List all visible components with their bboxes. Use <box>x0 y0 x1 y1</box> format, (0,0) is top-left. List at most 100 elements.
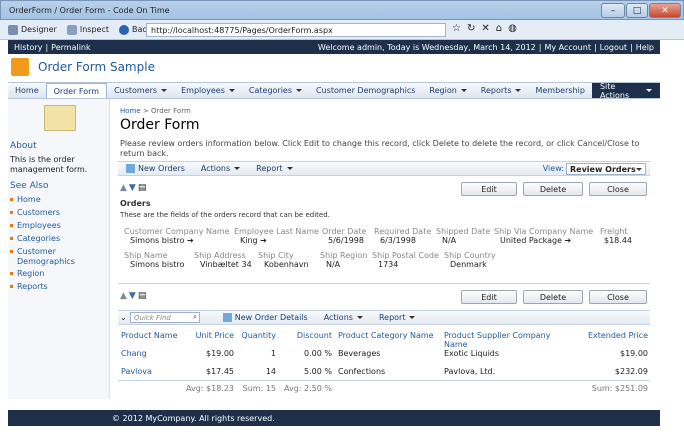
lookup-arrow-icon[interactable]: ➔ <box>260 236 267 245</box>
field-freight: Freight $18.44 <box>600 227 632 245</box>
sidebar-link-region[interactable]: Region <box>10 269 44 279</box>
dropdown-arrow-icon <box>296 89 303 92</box>
orders-section-description: These are the fields of the orders recor… <box>120 211 330 219</box>
home-icon[interactable]: ⌂ <box>496 23 502 34</box>
field-ship-address: Ship Address Vinbæltet 34 <box>194 251 252 269</box>
url-field[interactable]: http://localhost:48775/Pages/OrderForm.a… <box>146 23 446 37</box>
history-link[interactable]: History <box>14 43 42 52</box>
dropdown-arrow-icon <box>515 89 522 92</box>
sidebar-link-home[interactable]: Home <box>10 195 41 205</box>
previous-record-icon[interactable]: ▲ <box>120 183 127 193</box>
sidebar-link-customers[interactable]: Customers <box>10 208 60 218</box>
next-record-icon[interactable]: ▼ <box>129 183 136 193</box>
inspect-button[interactable]: Inspect <box>66 24 109 35</box>
column-header[interactable]: Product Category Name <box>332 331 438 349</box>
sidebar-link-categories[interactable]: Categories <box>10 234 60 244</box>
details-actions-menu[interactable]: Actions <box>324 313 363 322</box>
minimize-button[interactable]: – <box>601 3 625 18</box>
close-button-bottom[interactable]: Close <box>589 290 647 304</box>
bullet-icon <box>10 237 13 240</box>
dropdown-arrow-icon <box>409 316 416 319</box>
dropdown-arrow-icon <box>286 167 293 170</box>
delete-button[interactable]: Delete <box>523 182 583 196</box>
globe-icon[interactable]: ◍ <box>508 23 517 34</box>
table-row[interactable]: Chang $19.00 1 0.00 % Beverages Exotic L… <box>118 349 650 358</box>
maximize-button[interactable]: □ <box>626 3 648 18</box>
product-name-link[interactable]: Pavlova <box>118 367 178 376</box>
refresh-icon[interactable]: ↻ <box>467 23 475 34</box>
bullet-icon <box>10 250 13 253</box>
product-name-link[interactable]: Chang <box>118 349 178 358</box>
favorite-icon[interactable]: ☆ <box>452 23 461 34</box>
page-footer: © 2012 MyCompany. All rights reserved. <box>8 410 660 426</box>
welcome-text: Welcome admin, Today is Wednesday, March… <box>317 42 536 52</box>
new-order-details-button[interactable]: New Order Details <box>222 313 308 322</box>
bullet-icon <box>10 285 13 288</box>
quick-find-input[interactable]: Quick Find ⌕ <box>130 312 200 323</box>
print-icon[interactable]: ▤ <box>138 291 147 301</box>
dropdown-arrow-icon <box>646 89 652 92</box>
page-title: Order Form <box>120 117 200 133</box>
next-record-icon[interactable]: ▼ <box>129 291 136 301</box>
bullet-icon <box>10 272 13 275</box>
menu-region[interactable]: Region <box>422 83 473 98</box>
breadcrumb: Home > Order Form <box>120 107 191 115</box>
table-row[interactable]: Pavlova $17.45 14 5.00 % Confections Pav… <box>118 367 650 376</box>
my-account-link[interactable]: My Account <box>544 43 590 52</box>
print-icon[interactable]: ▤ <box>138 183 147 193</box>
column-header[interactable]: Quantity <box>234 331 276 349</box>
view-label: View: <box>542 164 564 173</box>
edit-button-bottom[interactable]: Edit <box>461 290 517 304</box>
field-ship-city: Ship City Kobenhavn <box>258 251 309 269</box>
see-also-heading: See Also <box>10 181 49 191</box>
view-selector[interactable]: Review Orders <box>566 163 646 175</box>
logout-link[interactable]: Logout <box>600 43 627 52</box>
field-shipped-date: Shipped Date N/A <box>436 227 491 245</box>
close-window-button[interactable]: ✕ <box>649 3 681 18</box>
menu-home[interactable]: Home <box>8 83 46 98</box>
field-ship-region: Ship Region N/A <box>320 251 368 269</box>
bullet-icon <box>10 224 13 227</box>
menu-employees[interactable]: Employees <box>174 83 242 98</box>
column-header[interactable]: Discount <box>276 331 332 349</box>
menu-membership[interactable]: Membership <box>528 83 591 98</box>
column-header[interactable]: Unit Price <box>178 331 234 349</box>
sidebar-link-customer-demographics[interactable]: Customer Demographics <box>10 247 100 267</box>
sidebar-link-reports[interactable]: Reports <box>10 282 48 292</box>
record-nav-bottom: ▲ ▼ ▤ <box>120 291 146 301</box>
orders-actions-menu[interactable]: Actions <box>201 164 241 173</box>
previous-record-icon[interactable]: ▲ <box>120 291 127 301</box>
close-button[interactable]: Close <box>589 182 647 196</box>
breadcrumb-home-link[interactable]: Home <box>120 107 141 115</box>
site-actions-button[interactable]: Site Actions <box>591 82 660 100</box>
window-titlebar: OrderForm / Order Form - Code On Time – … <box>0 0 684 20</box>
delete-button-bottom[interactable]: Delete <box>523 290 583 304</box>
stop-icon[interactable]: ✕ <box>481 23 489 34</box>
menu-customer-demographics[interactable]: Customer Demographics <box>309 83 422 98</box>
sidebar-link-employees[interactable]: Employees <box>10 221 61 231</box>
bullet-icon <box>10 211 13 214</box>
menu-reports[interactable]: Reports <box>474 83 529 98</box>
help-link[interactable]: Help <box>636 43 654 52</box>
menu-customers[interactable]: Customers <box>107 83 174 98</box>
menu-categories[interactable]: Categories <box>242 83 309 98</box>
column-header[interactable]: Product Name <box>118 331 178 349</box>
designer-button[interactable]: Designer <box>8 24 57 35</box>
orders-report-menu[interactable]: Report <box>256 164 293 173</box>
section-divider <box>118 283 650 284</box>
search-icon[interactable]: ⌕ <box>193 313 197 322</box>
edit-button[interactable]: Edit <box>461 182 517 196</box>
quick-find-toggle-icon[interactable]: ⌄ <box>120 313 127 322</box>
details-report-menu[interactable]: Report <box>379 313 416 322</box>
menu-order-form[interactable]: Order Form <box>45 83 108 98</box>
inspect-icon <box>66 24 77 35</box>
new-orders-button[interactable]: New Orders <box>126 164 185 173</box>
lookup-arrow-icon[interactable]: ➔ <box>187 236 194 245</box>
column-header[interactable]: Product Supplier Company Name <box>438 331 574 349</box>
main-menu: Home Order Form Customers Employees Cate… <box>8 82 660 100</box>
column-header[interactable]: Extended Price <box>574 331 648 349</box>
lookup-arrow-icon[interactable]: ➔ <box>565 236 572 245</box>
totals-divider <box>118 380 650 381</box>
permalink-link[interactable]: Permalink <box>51 43 90 52</box>
new-record-icon <box>222 313 232 322</box>
